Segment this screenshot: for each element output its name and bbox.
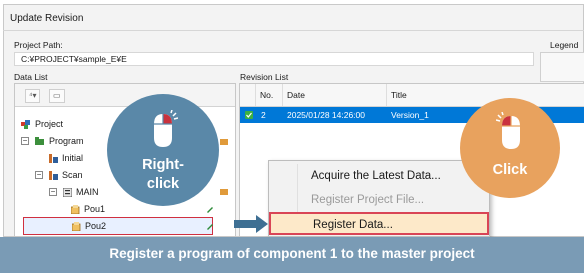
folder-status-icon xyxy=(220,189,228,195)
check-icon xyxy=(245,111,253,119)
project-path-field[interactable]: C:¥PROJECT¥sample_E¥E xyxy=(14,52,534,66)
arrow-icon xyxy=(234,215,268,233)
legend-box xyxy=(540,52,584,82)
callout-text: Click xyxy=(492,162,528,178)
menu-item-register-project-file[interactable]: Register Project File... xyxy=(269,189,489,212)
caption-banner: Register a program of component 1 to the… xyxy=(0,237,584,273)
program-folder-icon xyxy=(35,137,44,145)
legend-label: Legend xyxy=(550,40,579,50)
edit-status-icon xyxy=(207,224,213,230)
project-path-label: Project Path: xyxy=(14,40,63,50)
data-list-toolbar: ⁴▾ ▭ xyxy=(15,84,235,107)
project-icon xyxy=(21,120,30,129)
tree-label: Pou2 xyxy=(85,221,107,231)
pou-icon xyxy=(72,222,81,231)
menu-item-register-data[interactable]: Register Data... xyxy=(269,212,489,235)
edit-status-icon xyxy=(207,207,213,213)
tree-label: Pou1 xyxy=(84,204,106,214)
tree-item-pou1[interactable]: Pou1 xyxy=(15,200,235,218)
column-header-date[interactable]: Date xyxy=(282,84,387,106)
tree-label: Initial xyxy=(62,153,84,163)
tree-label: Project xyxy=(35,119,64,129)
mouse-right-click-icon xyxy=(154,110,178,147)
click-callout: Click xyxy=(460,98,560,198)
folder-status-icon xyxy=(220,139,228,145)
pou-icon xyxy=(71,205,80,214)
right-click-callout: Right- click xyxy=(107,94,219,206)
collapse-button[interactable]: ▭ xyxy=(49,89,65,103)
column-header-no[interactable]: No. xyxy=(255,84,282,106)
collapse-toggle[interactable]: − xyxy=(49,188,57,196)
revision-no: 2 xyxy=(261,110,266,120)
tree-label: Scan xyxy=(62,170,83,180)
callout-text-line2: click xyxy=(146,176,180,192)
revision-title: Version_1 xyxy=(391,110,429,120)
program-icon xyxy=(63,188,72,197)
tree-label: MAIN xyxy=(76,187,99,197)
callout-text-line1: Right- xyxy=(142,157,184,173)
context-menu: Acquire the Latest Data... Register Proj… xyxy=(268,160,490,237)
tree-label: Program xyxy=(49,136,84,146)
menu-item-acquire-latest-data[interactable]: Acquire the Latest Data... xyxy=(269,165,489,188)
collapse-toggle[interactable]: − xyxy=(21,137,29,145)
task-icon xyxy=(49,154,58,163)
task-icon xyxy=(49,171,58,180)
tree-item-pou2[interactable]: Pou2 xyxy=(23,217,213,235)
filter-dropdown-button[interactable]: ⁴▾ xyxy=(25,89,41,103)
column-header-title[interactable]: Title xyxy=(386,84,581,106)
collapse-toggle[interactable]: − xyxy=(35,171,43,179)
revision-list-label: Revision List xyxy=(240,72,289,82)
title-divider xyxy=(3,30,584,31)
revision-date: 2025/01/28 14:26:00 xyxy=(287,110,365,120)
data-list-label: Data List xyxy=(14,72,48,82)
mouse-left-click-icon xyxy=(496,112,520,149)
window-title: Update Revision xyxy=(10,13,84,24)
